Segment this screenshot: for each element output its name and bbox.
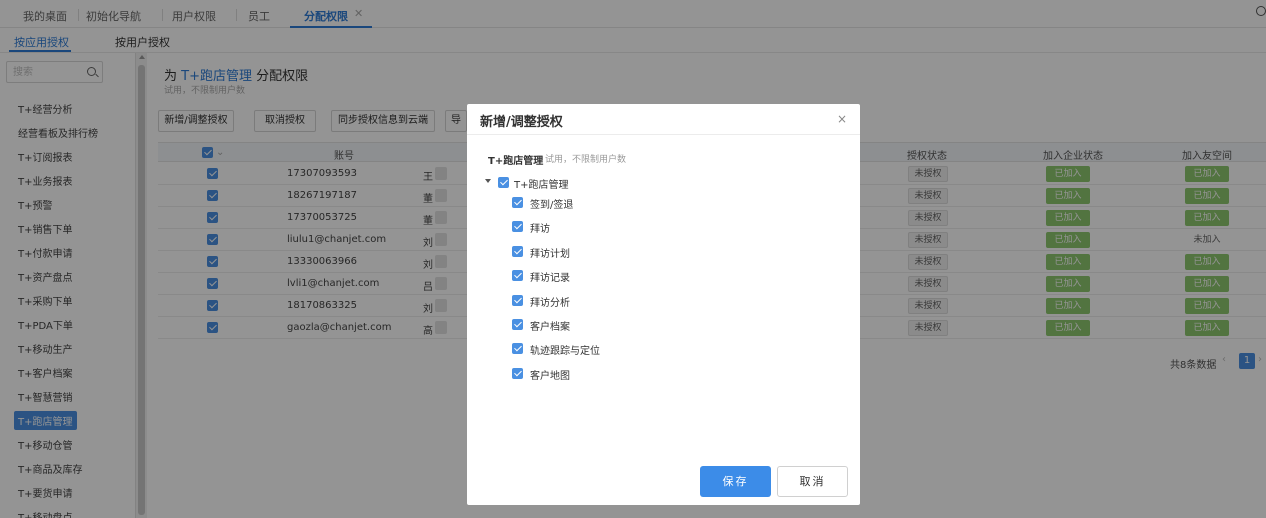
auth-dialog: 新增/调整授权 × T+跑店管理 试用，不限制用户数 T+跑店管理 签到/签退 … — [467, 104, 860, 505]
dialog-app-note: 试用，不限制用户数 — [545, 155, 627, 165]
tree-item-label: 拜访分析 — [530, 298, 570, 309]
caret-down-icon[interactable] — [485, 179, 491, 183]
cancel-button[interactable]: 取消 — [777, 466, 848, 497]
tree-item-label: 客户档案 — [530, 322, 570, 333]
close-icon[interactable]: × — [837, 112, 847, 126]
tree-checkbox[interactable] — [512, 270, 523, 281]
save-button[interactable]: 保存 — [700, 466, 771, 497]
tree-item-label: 拜访记录 — [530, 273, 570, 284]
tree-checkbox[interactable] — [512, 246, 523, 257]
tree-item-label: 拜访计划 — [530, 249, 570, 260]
tree-checkbox[interactable] — [512, 197, 523, 208]
tree-checkbox[interactable] — [512, 368, 523, 379]
tree-root-label: T+跑店管理 — [514, 180, 569, 191]
tree-item-label: 签到/签退 — [530, 200, 574, 211]
dialog-title: 新增/调整授权 — [480, 115, 563, 130]
tree-checkbox[interactable] — [512, 295, 523, 306]
tree-item-label: 客户地图 — [530, 371, 570, 382]
tree-item-label: 轨迹跟踪与定位 — [530, 346, 600, 357]
tree-root-checkbox[interactable] — [498, 177, 509, 188]
dialog-app-name: T+跑店管理 — [488, 156, 544, 167]
tree-item-label: 拜访 — [530, 224, 550, 235]
tree-checkbox[interactable] — [512, 221, 523, 232]
dialog-divider — [467, 134, 860, 135]
tree-checkbox[interactable] — [512, 343, 523, 354]
tree-checkbox[interactable] — [512, 319, 523, 330]
